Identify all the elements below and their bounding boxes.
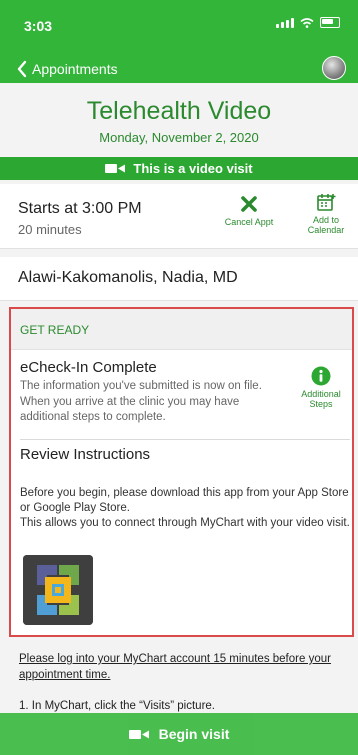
phone-screen: 3:03 Appointments Telehealth Video Monda… [0,0,358,755]
provider-name: Alawi-Kakomanolis, Nadia, MD [18,269,238,286]
cancel-x-icon [241,196,257,212]
add-to-calendar-label: Add to Calendar [307,215,345,235]
appointment-header: Telehealth Video Monday, November 2, 202… [0,83,358,157]
battery-icon [320,17,340,28]
calendar-add-icon [317,194,336,211]
top-bar: 3:03 Appointments [0,0,358,83]
status-icons [276,17,340,28]
section-divider [20,439,350,440]
review-instructions-body: Before you begin, please download this a… [20,487,350,529]
start-time: Starts at 3:00 PM [18,200,142,217]
back-button[interactable]: Appointments [16,60,118,78]
video-camera-icon [128,729,149,739]
provider-card[interactable]: Alawi-Kakomanolis, Nadia, MD [0,257,358,301]
login-note: Please log into your MyChart account 15 … [19,653,331,681]
echeck-body: The information you've submitted is now … [20,380,262,423]
app-logo-icon[interactable] [23,555,93,625]
echeck-title: eCheck-In Complete [20,359,157,376]
time-card: Starts at 3:00 PM 20 minutes Cancel Appt… [0,184,358,249]
begin-visit-button[interactable]: Begin visit [0,713,358,755]
begin-visit-label: Begin visit [158,726,230,742]
video-visit-banner: This is a video visit [0,157,358,180]
cancel-appt-button[interactable]: Cancel Appt [216,194,282,227]
add-to-calendar-button[interactable]: Add to Calendar [298,192,354,235]
info-icon [311,366,331,386]
get-ready-header: GET READY [11,309,352,350]
review-instructions-title: Review Instructions [20,446,151,463]
signal-icon [276,18,294,28]
additional-steps-button[interactable]: Additional Steps [293,366,349,409]
wifi-icon [300,18,314,28]
instruction-step-1: 1. In MyChart, click the “Visits” pictur… [19,700,215,712]
get-ready-section: GET READY eCheck-In Complete The informa… [9,307,354,637]
get-ready-heading: GET READY [20,323,90,337]
page-title: Telehealth Video [86,97,272,125]
video-visit-label: This is a video visit [133,161,253,176]
appointment-date: Monday, November 2, 2020 [99,130,259,145]
additional-steps-label: Additional Steps [301,389,341,409]
status-time: 3:03 [24,18,53,34]
video-camera-icon [105,164,126,173]
back-label: Appointments [32,61,118,77]
avatar[interactable] [322,56,346,80]
back-chevron-icon [17,60,27,78]
duration: 20 minutes [18,222,82,237]
cancel-appt-label: Cancel Appt [224,217,274,227]
